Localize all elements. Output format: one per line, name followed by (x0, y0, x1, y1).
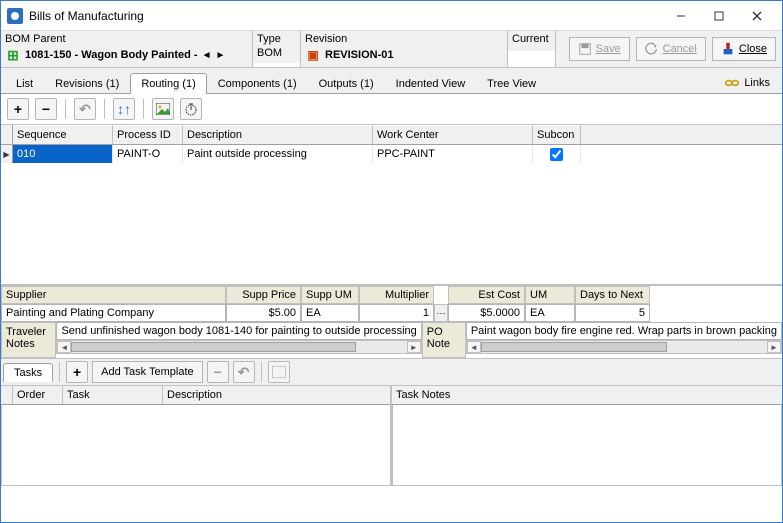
cell-work-center[interactable]: PPC-PAINT (373, 145, 533, 163)
remove-row-button[interactable]: − (35, 98, 57, 120)
multiplier-browse-button[interactable]: ⋯ (434, 304, 448, 322)
parent-item-icon: ⊞ (5, 47, 21, 63)
type-value: BOM (257, 47, 282, 59)
task-notes-area[interactable] (392, 405, 782, 486)
col-description[interactable]: Description (183, 125, 373, 144)
col-sequence[interactable]: Sequence (13, 125, 113, 144)
supp-price-input[interactable]: $5.00 (226, 304, 301, 322)
subcon-checkbox[interactable] (550, 148, 563, 161)
type-label: Type (253, 31, 300, 45)
app-logo-icon (7, 8, 23, 24)
task-add-button[interactable]: + (66, 361, 88, 383)
main-tabs: List Revisions (1) Routing (1) Component… (1, 68, 782, 94)
um-label: UM (525, 286, 575, 304)
table-row[interactable]: ▶ 010 PAINT-O Paint outside processing P… (1, 145, 782, 163)
cancel-button[interactable]: Cancel (636, 37, 706, 61)
tasks-grid: Order Task Description (1, 386, 392, 486)
multiplier-label: Multiplier (359, 286, 434, 304)
supp-um-input[interactable]: EA (301, 304, 359, 322)
col-task[interactable]: Task (63, 386, 163, 404)
add-row-button[interactable]: + (7, 98, 29, 120)
tab-outputs[interactable]: Outputs (1) (308, 73, 385, 94)
next-parent-button[interactable]: ► (215, 50, 225, 61)
col-process-id[interactable]: Process ID (113, 125, 183, 144)
col-subcon[interactable]: Subcon (533, 125, 581, 144)
cell-process-id[interactable]: PAINT-O (113, 145, 183, 163)
add-task-template-button[interactable]: Add Task Template (92, 361, 203, 383)
revision-icon: ▣ (305, 47, 321, 63)
days-next-input[interactable]: 5 (575, 304, 650, 322)
traveler-notes-label: Traveler Notes (1, 322, 56, 358)
po-note-scrollbar[interactable]: ◄► (466, 340, 782, 354)
sort-button[interactable]: ↕↑ (113, 98, 135, 120)
picture-button[interactable] (152, 98, 174, 120)
bom-parent-label: BOM Parent (1, 31, 252, 45)
prev-parent-button[interactable]: ◄ (202, 50, 212, 61)
um-input[interactable]: EA (525, 304, 575, 322)
multiplier-input[interactable]: 1 (359, 304, 434, 322)
undo-button[interactable]: ↶ (74, 98, 96, 120)
po-note-input[interactable]: Paint wagon body fire engine red. Wrap p… (466, 322, 782, 340)
tab-tree[interactable]: Tree View (476, 73, 547, 94)
timer-button[interactable] (180, 98, 202, 120)
est-cost-label: Est Cost (448, 286, 525, 304)
task-notes-panel: Task Notes (392, 386, 782, 486)
save-button[interactable]: Save (569, 37, 630, 61)
col-work-center[interactable]: Work Center (373, 125, 533, 144)
routing-grid: Sequence Process ID Description Work Cen… (1, 125, 782, 285)
routing-toolbar: + − ↶ ↕↑ (1, 94, 782, 125)
current-label: Current (508, 31, 555, 45)
task-undo-button[interactable]: ↶ (233, 361, 255, 383)
tab-routing[interactable]: Routing (1) (130, 73, 206, 94)
bom-parent-value: 1081-150 - Wagon Body Painted - (25, 49, 198, 61)
minimize-button[interactable] (662, 3, 700, 29)
po-note-label: PO Note (422, 322, 466, 358)
days-next-label: Days to Next (575, 286, 650, 304)
traveler-notes-scrollbar[interactable]: ◄► (56, 340, 421, 354)
close-window-button[interactable] (738, 3, 776, 29)
supp-price-label: Supp Price (226, 286, 301, 304)
titlebar: Bills of Manufacturing (1, 1, 782, 31)
supplier-label: Supplier (1, 286, 226, 304)
col-task-description[interactable]: Description (163, 386, 391, 404)
supp-um-label: Supp UM (301, 286, 359, 304)
tab-revisions[interactable]: Revisions (1) (44, 73, 130, 94)
tab-tasks[interactable]: Tasks (3, 363, 53, 382)
task-remove-button[interactable]: − (207, 361, 229, 383)
cell-subcon[interactable] (533, 145, 581, 163)
traveler-notes-input[interactable]: Send unfinished wagon body 1081-140 for … (56, 322, 421, 340)
revision-label: Revision (301, 31, 507, 45)
est-cost-input[interactable]: $5.0000 (448, 304, 525, 322)
window-title: Bills of Manufacturing (29, 9, 662, 23)
revision-value: REVISION-01 (325, 49, 393, 61)
cell-description[interactable]: Paint outside processing (183, 145, 373, 163)
task-notes-label: Task Notes (392, 386, 782, 405)
close-button[interactable]: Close (712, 37, 776, 61)
tasks-panel: Tasks + Add Task Template − ↶ Order Task… (1, 358, 782, 486)
detail-panel: Supplier Supp Price Supp UM Multiplier E… (1, 285, 782, 358)
cell-sequence[interactable]: 010 (13, 145, 113, 163)
task-picture-button[interactable] (268, 361, 290, 383)
row-handle-icon[interactable]: ▶ (1, 145, 13, 163)
col-order[interactable]: Order (13, 386, 63, 404)
tab-components[interactable]: Components (1) (207, 73, 308, 94)
header-panel: BOM Parent ⊞ 1081-150 - Wagon Body Paint… (1, 31, 782, 68)
supplier-input[interactable]: Painting and Plating Company (1, 304, 226, 322)
tab-list[interactable]: List (5, 73, 44, 94)
links-button[interactable]: Links (716, 73, 778, 93)
tab-indented[interactable]: Indented View (385, 73, 477, 94)
maximize-button[interactable] (700, 3, 738, 29)
